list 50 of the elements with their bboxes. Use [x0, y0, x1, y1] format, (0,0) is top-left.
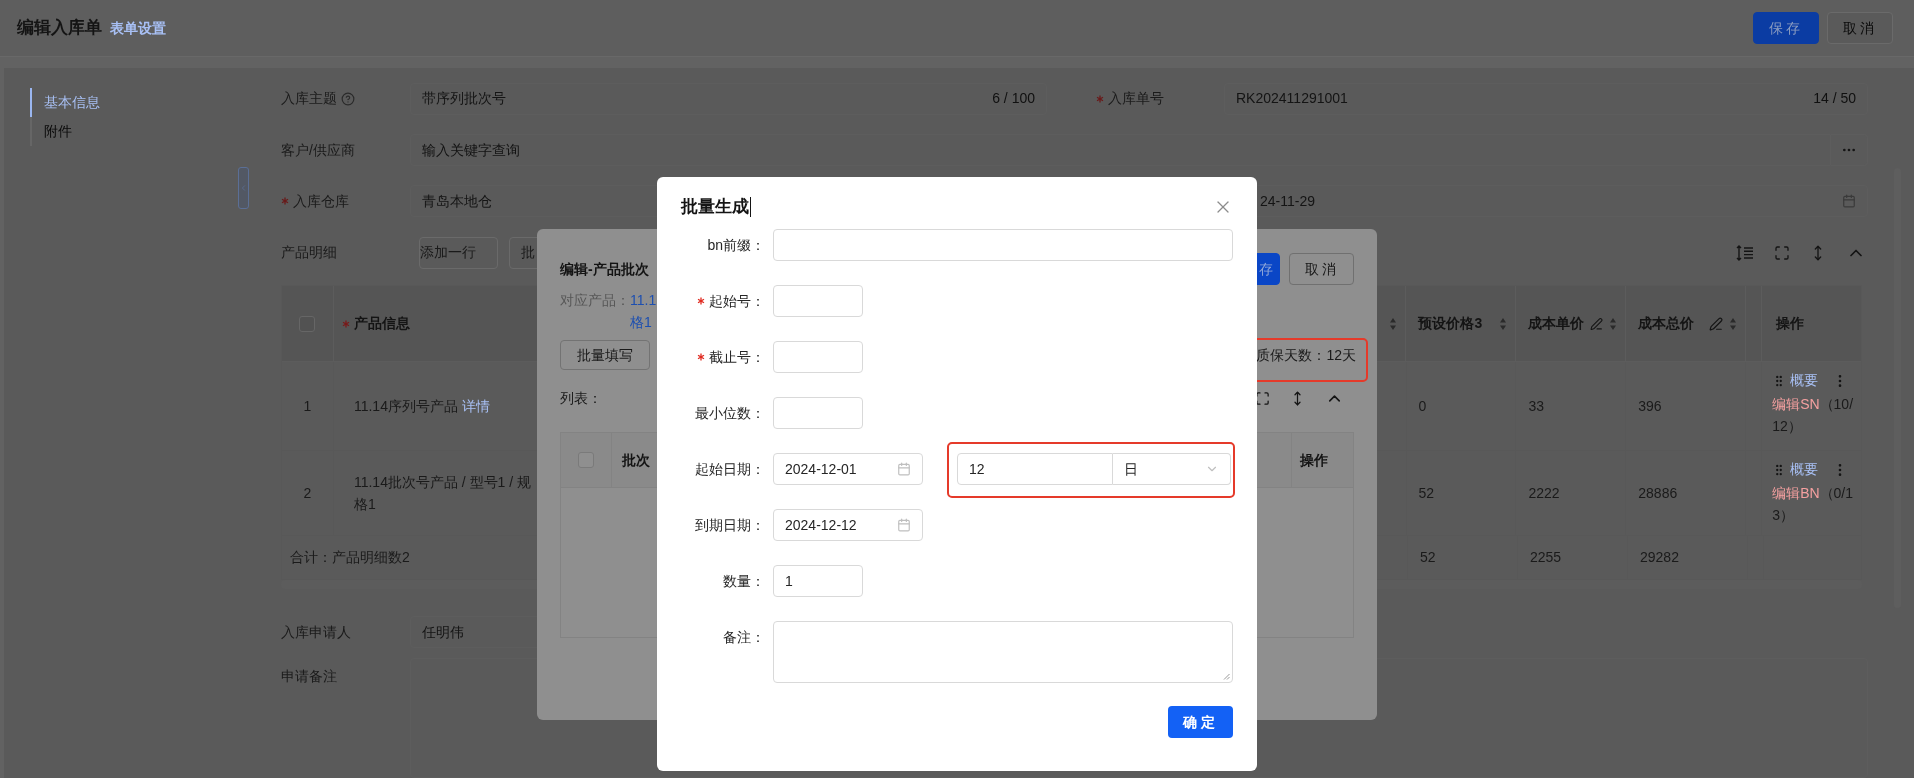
table-cell-text: 29282 — [1640, 548, 1679, 568]
table-cell-text: 52 — [1420, 548, 1436, 568]
section-label: 产品明细 — [281, 244, 337, 261]
column-header: 预设价格3 — [1418, 314, 1483, 334]
column-header: 批次 — [622, 450, 650, 470]
date-value: 24-11-29 — [1260, 191, 1315, 211]
field-label: 入库单号 — [1108, 89, 1164, 109]
input-value: RK202411291001 — [1236, 89, 1348, 109]
page-title: 编辑入库单 — [17, 17, 102, 40]
product-name: 11.14序列号产品 详情 — [353, 397, 490, 417]
field-label: 起始日期： — [695, 459, 765, 479]
field-label: 截止号： — [709, 347, 765, 367]
row-number: 2 — [303, 483, 312, 503]
input-value: 带序列批次号 — [422, 89, 506, 109]
field-label: 起始号： — [709, 291, 765, 311]
dialog-title: 编辑-产品批次 — [560, 259, 649, 279]
field-label: 申请备注 — [281, 667, 337, 684]
edit-status: 编辑SN（10/12） — [1772, 395, 1855, 437]
field-label: 入库申请人 — [281, 623, 351, 640]
table-cell-text: 28886 — [1638, 483, 1678, 503]
modal-title: 批量生成 — [681, 196, 749, 219]
character-count: 14 / 50 — [1813, 89, 1856, 109]
table-cell-text: 33 — [1528, 396, 1544, 416]
field-label: bn前缀： — [707, 235, 765, 255]
column-header: 成本单价 — [1528, 314, 1585, 334]
column-header: 产品信息 — [353, 314, 410, 334]
column-header: 操作 — [1300, 450, 1328, 470]
table-cell-text: 2255 — [1530, 548, 1562, 568]
list-label: 列表： — [560, 388, 602, 408]
field-label: 数量： — [723, 571, 765, 591]
field-label: 入库主题 — [281, 89, 337, 109]
warranty-days: 质保天数：12天 — [1256, 344, 1356, 366]
date-value: 2024-12-01 — [785, 459, 857, 479]
total-label: 合计：产品明细数2 — [290, 548, 410, 568]
column-header: 操作 — [1776, 314, 1805, 334]
edit-status: 编辑BN（0/13） — [1772, 484, 1855, 526]
character-count: 6 / 100 — [992, 89, 1035, 109]
table-cell-text: 396 — [1638, 396, 1662, 416]
table-cell-text: 0 — [1418, 396, 1427, 416]
field-label: 入库仓库 — [293, 191, 349, 211]
field-label: 到期日期： — [695, 515, 765, 535]
field-label: 最小位数： — [695, 403, 765, 423]
date-value: 2024-12-12 — [785, 515, 857, 535]
product-name: 11.14批次号产品 / 型号1 / 规格1 — [353, 473, 533, 515]
column-header: 成本总价 — [1638, 314, 1695, 334]
field-label: 客户/供应商 — [281, 140, 355, 160]
field-label: 备注： — [723, 627, 765, 647]
row-number: 1 — [303, 396, 312, 416]
table-cell-text: 52 — [1418, 483, 1435, 503]
table-cell-text: 2222 — [1528, 483, 1560, 503]
